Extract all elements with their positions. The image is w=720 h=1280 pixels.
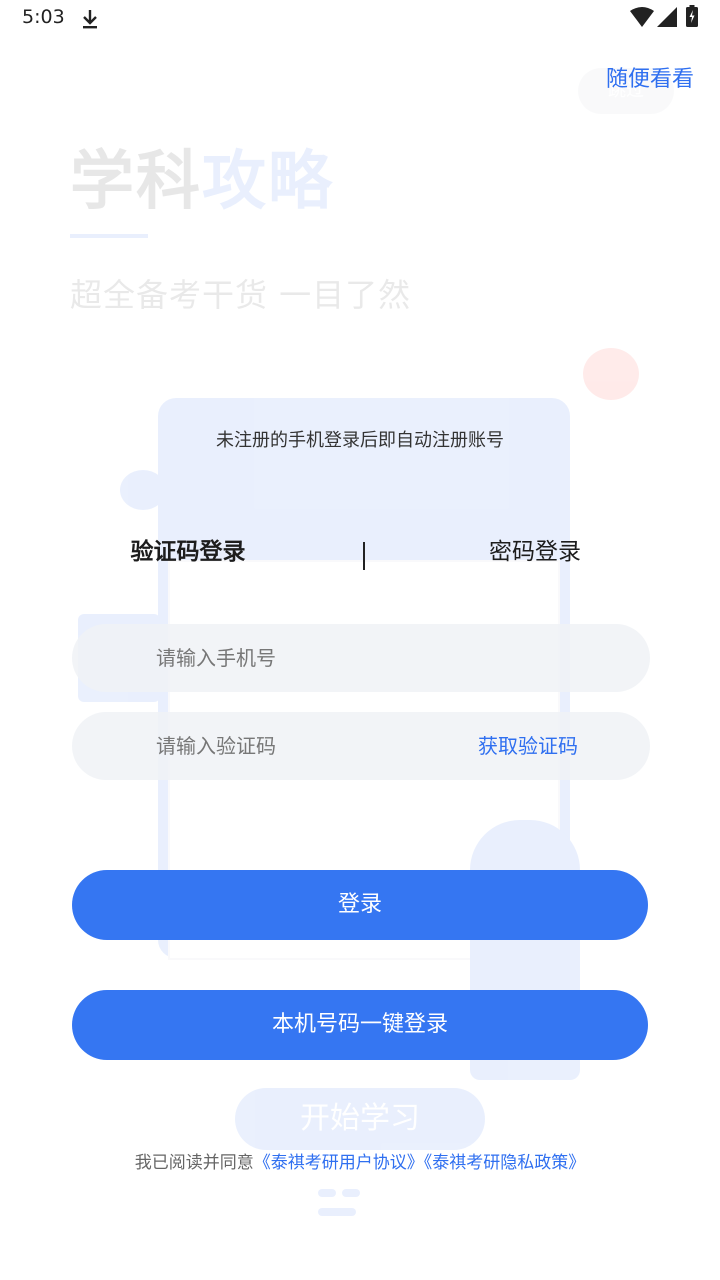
status-time: 5:03 (22, 6, 65, 28)
background-title-underline (70, 234, 148, 238)
privacy-policy-link[interactable]: 《泰祺考研隐私政策》 (424, 1153, 586, 1173)
skip-browse-link[interactable]: 随便看看 (600, 62, 700, 98)
status-bar: 5:03 (0, 0, 720, 40)
verification-code-input[interactable] (156, 712, 456, 780)
phone-field[interactable] (72, 624, 650, 692)
background-page-indicator (318, 1182, 408, 1216)
download-icon (83, 10, 97, 29)
wifi-icon (630, 7, 654, 27)
phone-input[interactable] (156, 624, 456, 692)
one-key-login-button[interactable]: 本机号码一键登录 (72, 990, 648, 1060)
agreement-prefix: 我已阅读并同意 (134, 1153, 254, 1173)
tab-divider (363, 542, 365, 570)
signal-icon (657, 7, 677, 27)
background-subtitle: 超全备考干货 一目了然 (70, 276, 412, 314)
background-save-badge-icon (583, 348, 639, 400)
agreement-text: 我已阅读并同意《泰祺考研用户协议》《泰祺考研隐私政策》 (0, 1148, 720, 1173)
background-title: 学科攻略 (70, 145, 334, 219)
background-pencil-icon (120, 470, 166, 510)
get-code-button[interactable]: 获取验证码 (472, 712, 584, 780)
battery-charging-icon (686, 5, 698, 27)
auto-register-hint: 未注册的手机登录后即自动注册账号 (216, 430, 504, 451)
tab-password-login[interactable]: 密码登录 (476, 532, 594, 572)
user-agreement-link[interactable]: 《泰祺考研用户协议》 (254, 1153, 424, 1173)
background-start-button: 开始学习 (235, 1088, 485, 1150)
code-field[interactable]: 获取验证码 (72, 712, 650, 780)
tab-sms-login[interactable]: 验证码登录 (118, 532, 258, 572)
login-button[interactable]: 登录 (72, 870, 648, 940)
